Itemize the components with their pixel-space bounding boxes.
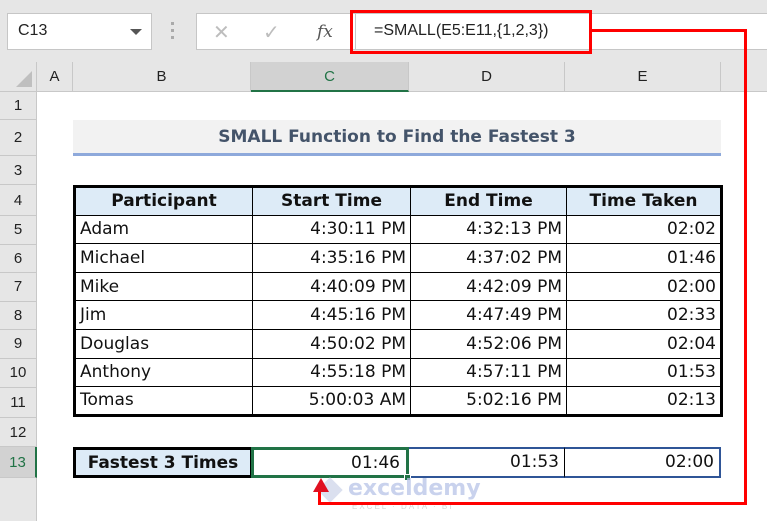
cell-participant[interactable]: Jim — [74, 300, 253, 330]
watermark-brand: exceldemy — [348, 476, 481, 501]
table-row: Michael 4:35:16 PM 4:37:02 PM 01:46 — [74, 243, 722, 273]
enter-icon[interactable]: ✓ — [263, 20, 280, 45]
chevron-down-icon[interactable] — [130, 29, 142, 35]
header-end-time[interactable]: End Time — [410, 186, 567, 216]
cell-start-time[interactable]: 4:40:09 PM — [252, 271, 411, 302]
column-header-b[interactable]: B — [73, 62, 251, 92]
table-row: Tomas 5:00:03 AM 5:02:16 PM 02:13 — [74, 386, 722, 416]
cell-time-taken[interactable]: 02:00 — [566, 271, 722, 302]
row-header-7[interactable]: 7 — [0, 273, 37, 302]
table-row: Adam 4:30:11 PM 4:32:13 PM 02:02 — [74, 214, 722, 245]
cell-time-taken[interactable]: 02:13 — [566, 386, 722, 416]
name-box[interactable]: C13 — [7, 13, 152, 50]
annotation-line-right — [744, 29, 747, 505]
table-row: Anthony 4:55:18 PM 4:57:11 PM 01:53 — [74, 357, 722, 388]
name-box-value: C13 — [18, 22, 48, 39]
cancel-icon[interactable]: ✕ — [213, 20, 230, 45]
cell-end-time[interactable]: 5:02:16 PM — [410, 386, 567, 416]
fastest-label-cell[interactable]: Fastest 3 Times — [73, 447, 251, 478]
row-header-5[interactable]: 5 — [0, 216, 37, 245]
row-header-10[interactable]: 10 — [0, 359, 37, 388]
row-header-1[interactable]: 1 — [0, 92, 37, 120]
cell-participant[interactable]: Adam — [74, 214, 253, 245]
cell-start-time[interactable]: 5:00:03 AM — [252, 386, 411, 416]
column-header-d[interactable]: D — [409, 62, 565, 92]
cell-time-taken[interactable]: 02:33 — [566, 300, 722, 330]
cell-time-taken[interactable]: 01:53 — [566, 357, 722, 388]
row-header-3[interactable]: 3 — [0, 156, 37, 185]
row-header-8[interactable]: 8 — [0, 301, 37, 331]
cell-participant[interactable]: Anthony — [74, 357, 253, 388]
row-header-12[interactable]: 12 — [0, 417, 37, 447]
cell-end-time[interactable]: 4:52:06 PM — [410, 328, 567, 359]
header-start-time[interactable]: Start Time — [252, 186, 411, 216]
table-row: Douglas 4:50:02 PM 4:52:06 PM 02:04 — [74, 328, 722, 359]
cell-end-time[interactable]: 4:47:49 PM — [410, 300, 567, 330]
cell-participant[interactable]: Mike — [74, 271, 253, 302]
fastest-value-3[interactable]: 02:00 — [565, 447, 721, 478]
cell-time-taken[interactable]: 02:04 — [566, 328, 722, 359]
row-header-9[interactable]: 9 — [0, 330, 37, 359]
column-header-e[interactable]: E — [565, 62, 721, 92]
cell-end-time[interactable]: 4:57:11 PM — [410, 357, 567, 388]
cell-participant[interactable]: Michael — [74, 243, 253, 273]
table-row: Mike 4:40:09 PM 4:42:09 PM 02:00 — [74, 271, 722, 302]
cell-start-time[interactable]: 4:55:18 PM — [252, 357, 411, 388]
annotation-line-bottom — [318, 502, 747, 505]
cell-start-time[interactable]: 4:50:02 PM — [252, 328, 411, 359]
row-header-4[interactable]: 4 — [0, 185, 37, 216]
arrow-up-icon — [313, 478, 329, 492]
drag-grip-icon[interactable] — [171, 22, 174, 42]
row-header-filler — [0, 478, 37, 521]
insert-function-icon[interactable]: fx — [317, 22, 333, 42]
formula-buttons: ✕ ✓ fx — [196, 13, 356, 50]
row-header-2[interactable]: 2 — [0, 120, 37, 156]
cell-participant[interactable]: Tomas — [74, 386, 253, 416]
fastest-value-1-active-cell[interactable]: 01:46 — [251, 447, 409, 478]
cell-start-time[interactable]: 4:30:11 PM — [252, 214, 411, 245]
column-header-c[interactable]: C — [251, 62, 409, 92]
row-header-6[interactable]: 6 — [0, 244, 37, 274]
cell-end-time[interactable]: 4:37:02 PM — [410, 243, 567, 273]
cell-participant[interactable]: Douglas — [74, 328, 253, 359]
table-row: Jim 4:45:16 PM 4:47:49 PM 02:33 — [74, 300, 722, 330]
column-header-a[interactable]: A — [37, 62, 73, 92]
formula-highlight-box — [350, 10, 592, 54]
header-participant[interactable]: Participant — [74, 186, 253, 216]
row-header-13[interactable]: 13 — [0, 447, 37, 478]
cell-start-time[interactable]: 4:35:16 PM — [252, 243, 411, 273]
header-time-taken[interactable]: Time Taken — [566, 186, 722, 216]
annotation-line-top — [592, 29, 747, 32]
participants-table: Participant Start Time End Time Time Tak… — [73, 185, 723, 417]
cell-end-time[interactable]: 4:32:13 PM — [410, 214, 567, 245]
cell-end-time[interactable]: 4:42:09 PM — [410, 271, 567, 302]
sheet-title[interactable]: SMALL Function to Find the Fastest 3 — [73, 120, 721, 156]
fastest-value-2[interactable]: 01:53 — [409, 447, 565, 478]
select-all-button[interactable] — [0, 62, 37, 92]
cell-start-time[interactable]: 4:45:16 PM — [252, 300, 411, 330]
table-header-row: Participant Start Time End Time Time Tak… — [74, 186, 722, 216]
cell-time-taken[interactable]: 02:02 — [566, 214, 722, 245]
row-header-11[interactable]: 11 — [0, 387, 37, 418]
cell-time-taken[interactable]: 01:46 — [566, 243, 722, 273]
